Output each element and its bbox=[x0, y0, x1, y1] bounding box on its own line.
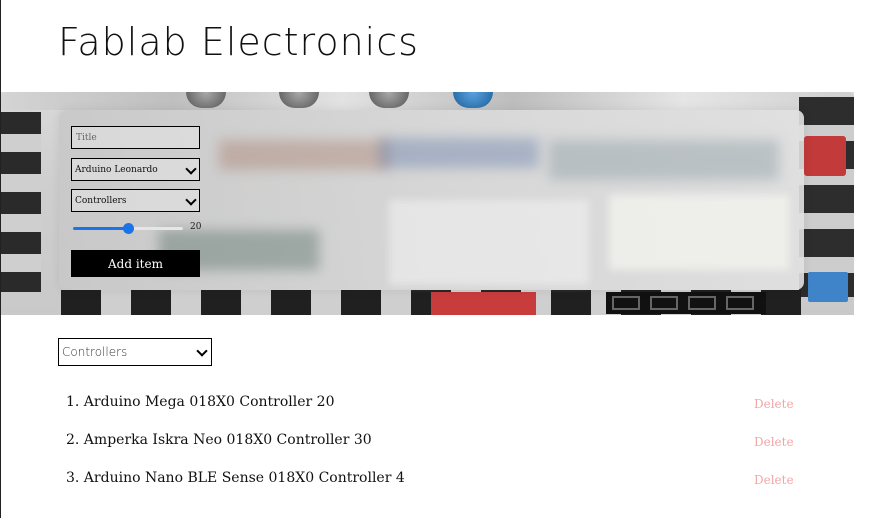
quantity-slider[interactable]: 20 bbox=[71, 220, 201, 236]
board-select[interactable]: Arduino Leonardo bbox=[71, 158, 200, 181]
delete-button[interactable]: Delete bbox=[754, 473, 794, 487]
list-item: 1. Arduino Mega 018X0 Controller 20 Dele… bbox=[66, 394, 806, 414]
hero-blue-module bbox=[808, 272, 848, 302]
slider-thumb[interactable] bbox=[123, 223, 134, 234]
hero-seven-segment-display bbox=[606, 292, 766, 314]
filter-select-value: Controllers bbox=[62, 345, 128, 359]
hero-modules-right bbox=[799, 97, 854, 297]
category-select-value: Controllers bbox=[75, 195, 127, 206]
page-title: Fablab Electronics bbox=[58, 20, 419, 64]
list-item: 3. Arduino Nano BLE Sense 018X0 Controll… bbox=[66, 470, 806, 490]
delete-button[interactable]: Delete bbox=[754, 435, 794, 449]
chevron-down-icon bbox=[186, 196, 196, 206]
add-item-button[interactable]: Add item bbox=[71, 250, 200, 277]
hero-red-board bbox=[431, 292, 536, 315]
hero-red-module bbox=[804, 136, 846, 176]
list-item: 2. Amperka Iskra Neo 018X0 Controller 30… bbox=[66, 432, 806, 452]
list-item-text: 3. Arduino Nano BLE Sense 018X0 Controll… bbox=[66, 470, 405, 486]
slider-value: 20 bbox=[190, 222, 202, 232]
hero-background-strip bbox=[1, 92, 854, 110]
hero-modules-left bbox=[1, 112, 41, 292]
chevron-down-icon bbox=[186, 165, 196, 175]
list-item-text: 1. Arduino Mega 018X0 Controller 20 bbox=[66, 394, 335, 410]
title-input[interactable] bbox=[71, 126, 200, 149]
slider-fill bbox=[73, 227, 128, 230]
list-item-text: 2. Amperka Iskra Neo 018X0 Controller 30 bbox=[66, 432, 372, 448]
slider-track bbox=[73, 223, 183, 234]
delete-button[interactable]: Delete bbox=[754, 397, 794, 411]
filter-select[interactable]: Controllers bbox=[58, 338, 212, 366]
category-select[interactable]: Controllers bbox=[71, 189, 200, 212]
board-select-value: Arduino Leonardo bbox=[75, 164, 158, 175]
chevron-down-icon bbox=[197, 347, 207, 357]
